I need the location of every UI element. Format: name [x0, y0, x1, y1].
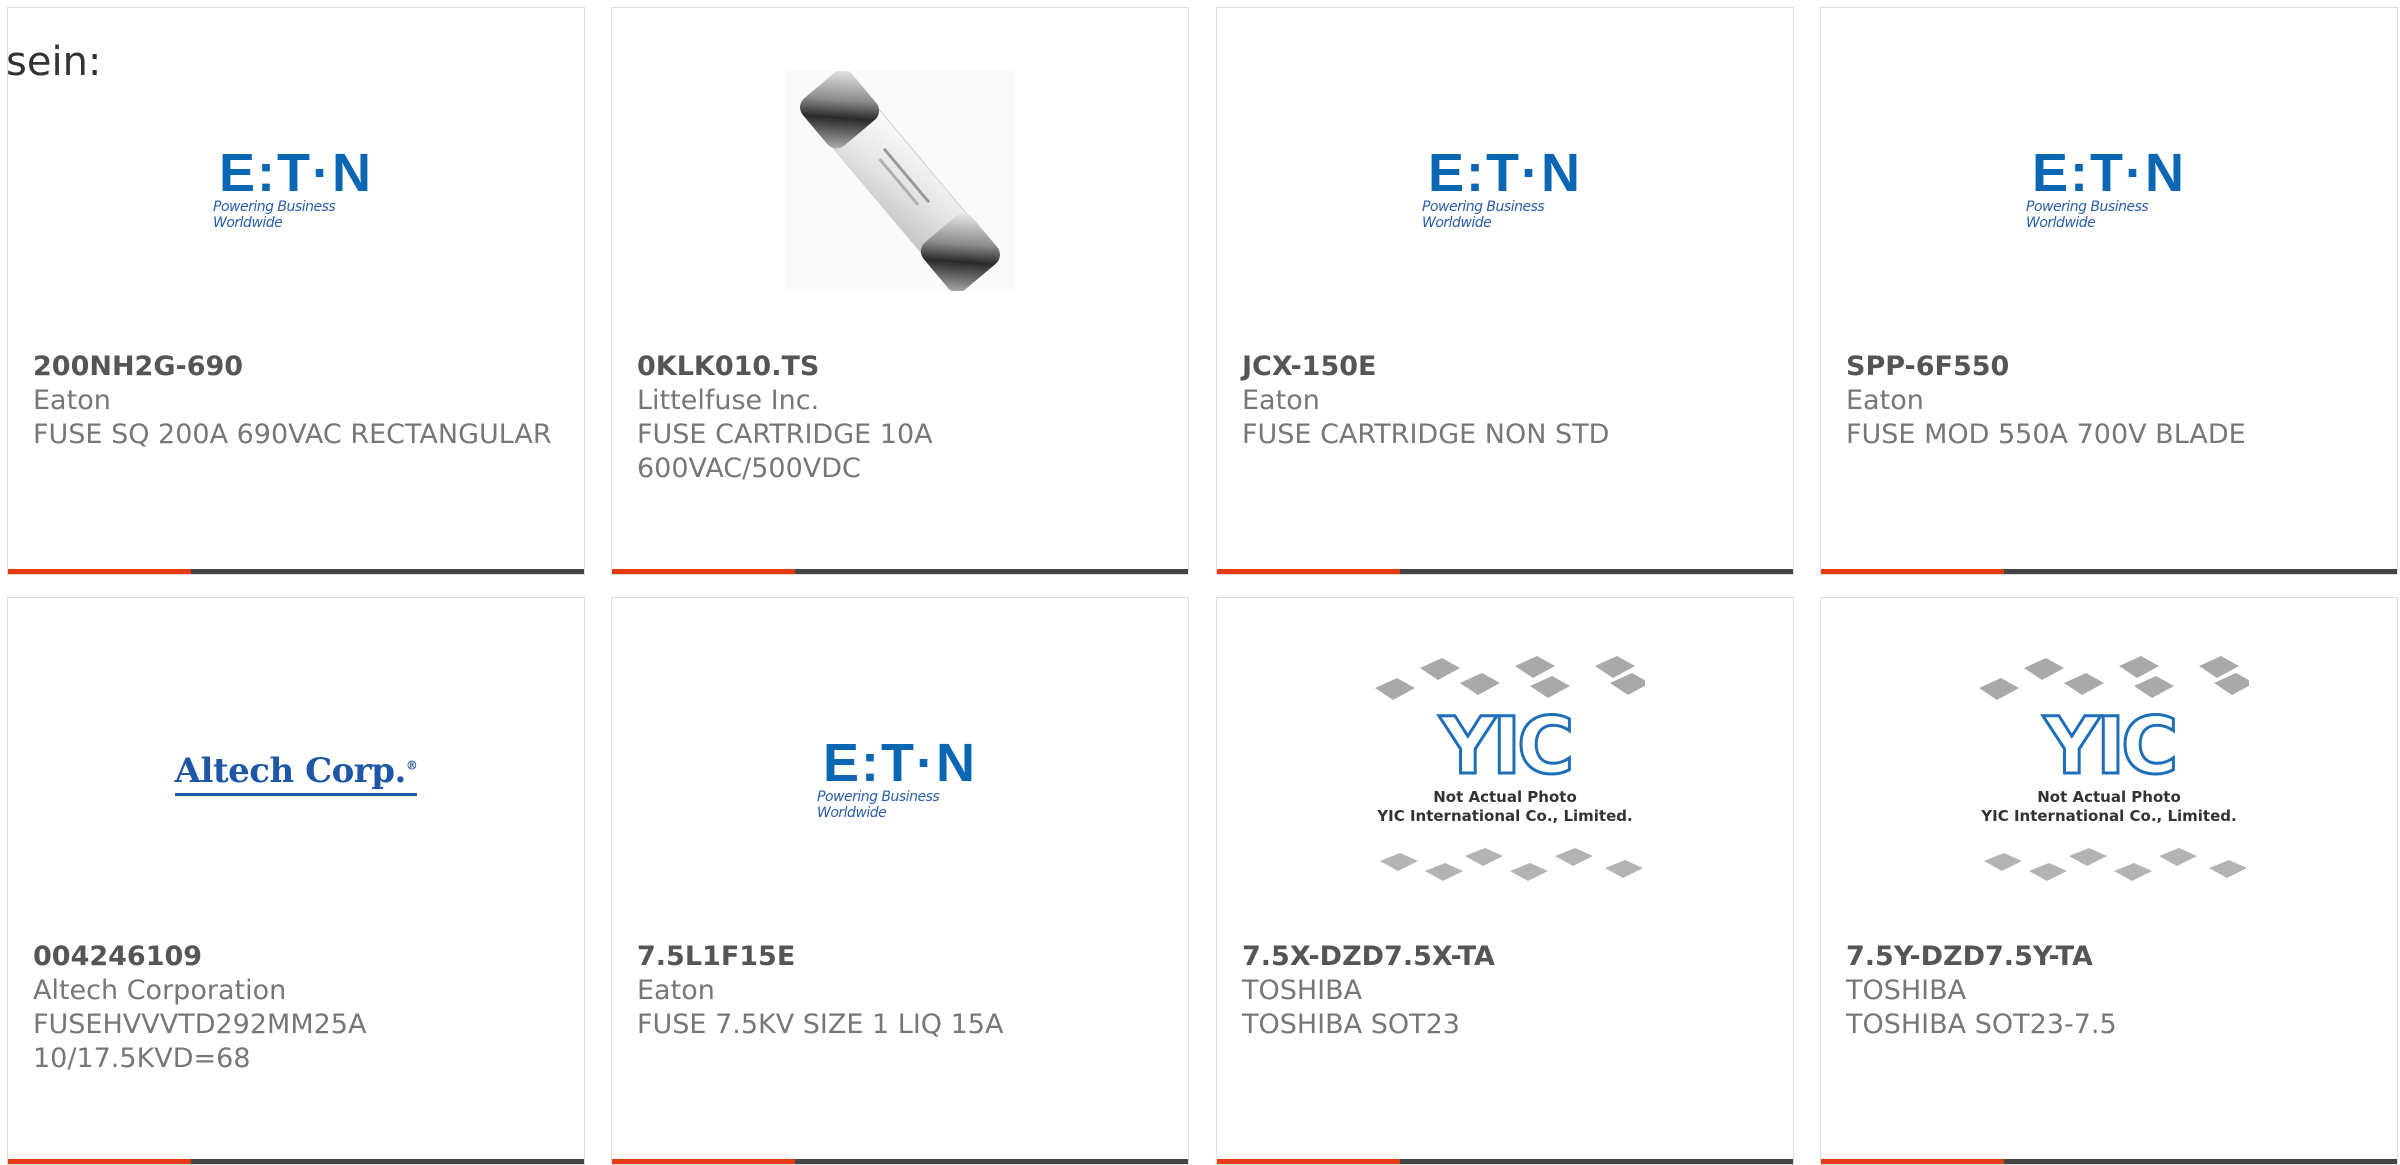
product-description: FUSE CARTRIDGE 10A 600VAC/500VDC — [637, 419, 933, 484]
product-description: FUSE 7.5KV SIZE 1 LIQ 15A — [637, 1009, 1004, 1040]
card-footer-bar — [1821, 1159, 2397, 1164]
product-image[interactable]: YIC Not Actual Photo YIC International Co.… — [1217, 653, 1793, 893]
product-part-number[interactable]: 0KLK010.TS — [637, 350, 819, 384]
svg-text:E:T·N: E:T·N — [219, 143, 373, 203]
product-manufacturer: Eaton — [33, 385, 111, 416]
yic-caption-line2: YIC International Co., Limited. — [1377, 807, 1633, 825]
product-part-number[interactable]: 7.5Y-DZD7.5Y-TA — [1846, 940, 2093, 974]
product-description: FUSEHVVVTD292MM25A 10/17.5KVD=68 — [33, 1009, 367, 1074]
eaton-tagline: Powering Business Worldwide — [1422, 199, 1545, 231]
card-footer-bar — [612, 1159, 1188, 1164]
eaton-wordmark-icon: E:T·N — [2009, 143, 2209, 203]
card-accent-bar — [612, 1159, 795, 1164]
product-part-number[interactable]: 004246109 — [33, 940, 202, 974]
card-accent-bar — [8, 569, 191, 574]
altech-wordmark: Altech Corp. — [174, 750, 407, 791]
eaton-logo: E:T·N Powering Business Worldwide — [2004, 143, 2214, 231]
product-manufacturer: Eaton — [637, 975, 715, 1006]
product-manufacturer: Altech Corporation — [33, 975, 287, 1006]
product-image[interactable]: E:T·N Powering Business Worldwide — [1821, 63, 2397, 303]
yic-caption-line1: Not Actual Photo — [1433, 788, 1577, 806]
card-footer-bar — [612, 569, 1188, 574]
product-manufacturer: Eaton — [1242, 385, 1320, 416]
yic-placeholder-image: YIC Not Actual Photo YIC International Co.… — [1969, 648, 2249, 898]
altech-logo: Altech Corp.® — [174, 750, 418, 796]
eaton-logo: E:T·N Powering Business Worldwide — [1400, 143, 1610, 231]
product-manufacturer: Littelfuse Inc. — [637, 385, 820, 416]
card-footer-bar — [1217, 569, 1793, 574]
product-manufacturer: TOSHIBA — [1846, 975, 1967, 1006]
product-image[interactable]: E:T·N Powering Business Worldwide — [8, 63, 584, 303]
card-accent-bar — [1821, 569, 2004, 574]
product-card[interactable]: E:T·N Powering Business Worldwide JCX-150E… — [1216, 7, 1794, 575]
chip-packages-icon: YIC — [1979, 656, 2249, 881]
product-card[interactable]: YIC Not Actual Photo YIC International Co.… — [1216, 597, 1794, 1165]
eaton-tagline: Powering Business Worldwide — [213, 199, 336, 231]
product-card[interactable]: E:T·N Powering Business Worldwide 7.5L1F15… — [611, 597, 1189, 1165]
product-card[interactable]: Altech Corp.® 004246109 Altech Corporation… — [7, 597, 585, 1165]
yic-wordmark: YIC — [1439, 702, 1571, 792]
card-footer-bar — [8, 1159, 584, 1164]
card-accent-bar — [8, 1159, 191, 1164]
product-card[interactable]: 0KLK010.TS Littelfuse Inc. FUSE CARTRIDGE … — [611, 7, 1189, 575]
product-description: TOSHIBA SOT23-7.5 — [1846, 1009, 2117, 1040]
card-accent-bar — [612, 569, 795, 574]
card-footer-bar — [8, 569, 584, 574]
eaton-wordmark-icon: E:T·N — [196, 143, 396, 203]
eaton-logo: E:T·N Powering Business Worldwide — [191, 143, 401, 231]
chip-packages-icon: YIC — [1375, 656, 1645, 881]
yic-placeholder-image: YIC Not Actual Photo YIC International Co.… — [1365, 648, 1645, 898]
product-image[interactable] — [612, 63, 1188, 303]
eaton-wordmark-icon: E:T·N — [800, 733, 1000, 793]
cartridge-fuse-image — [785, 69, 1015, 295]
product-grid: E:T·N Powering Business Worldwide 200NH2G-… — [0, 0, 2400, 1165]
product-image[interactable]: Altech Corp.® — [8, 653, 584, 893]
product-part-number[interactable]: SPP-6F550 — [1846, 350, 2009, 384]
product-part-number[interactable]: 7.5L1F15E — [637, 940, 795, 974]
yic-caption-line2: YIC International Co., Limited. — [1981, 807, 2237, 825]
yic-caption-line1: Not Actual Photo — [2037, 788, 2181, 806]
product-description: FUSE SQ 200A 690VAC RECTANGULAR — [33, 419, 552, 450]
card-footer-bar — [1821, 569, 2397, 574]
product-image[interactable]: YIC Not Actual Photo YIC International Co.… — [1821, 653, 2397, 893]
registered-icon: ® — [405, 758, 418, 773]
lead-text: sein: — [6, 39, 102, 85]
product-part-number[interactable]: JCX-150E — [1242, 350, 1377, 384]
product-part-number[interactable]: 200NH2G-690 — [33, 350, 243, 384]
product-manufacturer: TOSHIBA — [1242, 975, 1363, 1006]
yic-wordmark: YIC — [2043, 702, 2175, 792]
eaton-wordmark-icon: E:T·N — [1405, 143, 1605, 203]
card-accent-bar — [1217, 1159, 1400, 1164]
card-accent-bar — [1217, 569, 1400, 574]
product-image[interactable]: E:T·N Powering Business Worldwide — [612, 653, 1188, 893]
card-accent-bar — [1821, 1159, 2004, 1164]
product-description: TOSHIBA SOT23 — [1242, 1009, 1460, 1040]
eaton-tagline: Powering Business Worldwide — [817, 789, 940, 821]
svg-text:E:T·N: E:T·N — [2032, 143, 2186, 203]
product-image[interactable]: E:T·N Powering Business Worldwide — [1217, 63, 1793, 303]
product-card[interactable]: E:T·N Powering Business Worldwide 200NH2G-… — [7, 7, 585, 575]
card-footer-bar — [1217, 1159, 1793, 1164]
svg-text:E:T·N: E:T·N — [1428, 143, 1582, 203]
product-card[interactable]: YIC Not Actual Photo YIC International Co.… — [1820, 597, 2398, 1165]
eaton-tagline: Powering Business Worldwide — [2026, 199, 2149, 231]
product-card[interactable]: E:T·N Powering Business Worldwide SPP-6F55… — [1820, 7, 2398, 575]
svg-text:E:T·N: E:T·N — [823, 733, 977, 793]
fuse-icon — [785, 69, 1015, 293]
eaton-logo: E:T·N Powering Business Worldwide — [795, 733, 1005, 821]
product-description: FUSE MOD 550A 700V BLADE — [1846, 419, 2246, 450]
product-part-number[interactable]: 7.5X-DZD7.5X-TA — [1242, 940, 1495, 974]
yic-caption: Not Actual Photo YIC International Co., L… — [1969, 788, 2249, 826]
product-manufacturer: Eaton — [1846, 385, 1924, 416]
yic-caption: Not Actual Photo YIC International Co., L… — [1365, 788, 1645, 826]
product-description: FUSE CARTRIDGE NON STD — [1242, 419, 1610, 450]
